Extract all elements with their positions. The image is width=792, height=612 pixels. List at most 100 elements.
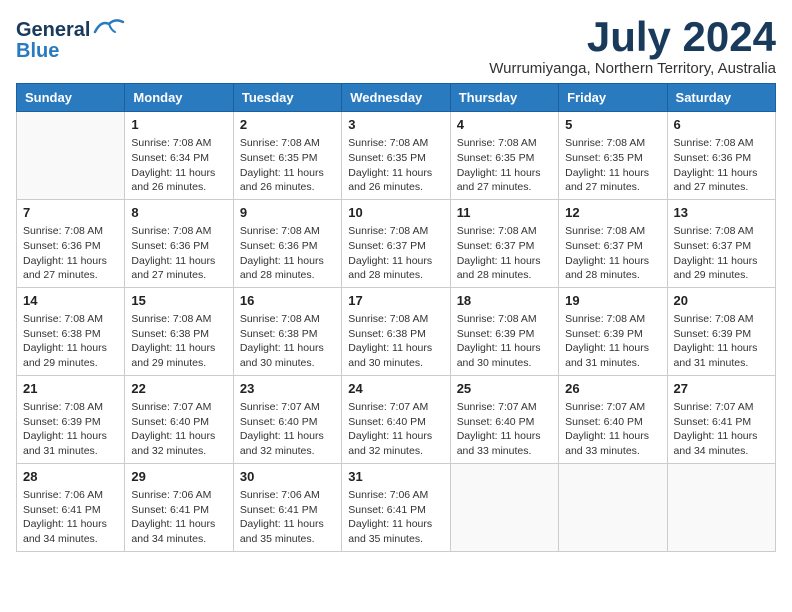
day-number: 22 [131, 380, 226, 398]
calendar-cell: 29 Sunrise: 7:06 AM Sunset: 6:41 PM Dayli… [125, 463, 233, 551]
calendar-cell: 25 Sunrise: 7:07 AM Sunset: 6:40 PM Dayli… [450, 375, 558, 463]
day-detail: Sunrise: 7:06 AM Sunset: 6:41 PM Dayligh… [23, 488, 118, 547]
calendar-cell: 15 Sunrise: 7:08 AM Sunset: 6:38 PM Dayli… [125, 287, 233, 375]
calendar-header-row: SundayMondayTuesdayWednesdayThursdayFrid… [17, 84, 776, 112]
calendar-cell: 13 Sunrise: 7:08 AM Sunset: 6:37 PM Dayli… [667, 199, 775, 287]
day-detail: Sunrise: 7:08 AM Sunset: 6:37 PM Dayligh… [457, 224, 552, 283]
calendar-week-row: 28 Sunrise: 7:06 AM Sunset: 6:41 PM Dayli… [17, 463, 776, 551]
day-detail: Sunrise: 7:08 AM Sunset: 6:38 PM Dayligh… [348, 312, 443, 371]
title-area: July 2024 Wurrumiyanga, Northern Territo… [489, 16, 776, 77]
day-detail: Sunrise: 7:07 AM Sunset: 6:40 PM Dayligh… [565, 400, 660, 459]
logo-blue-text: Blue [16, 40, 59, 63]
day-detail: Sunrise: 7:08 AM Sunset: 6:39 PM Dayligh… [674, 312, 769, 371]
day-detail: Sunrise: 7:08 AM Sunset: 6:34 PM Dayligh… [131, 136, 226, 195]
day-number: 16 [240, 292, 335, 310]
day-number: 13 [674, 204, 769, 222]
day-detail: Sunrise: 7:08 AM Sunset: 6:35 PM Dayligh… [457, 136, 552, 195]
logo-general-text: General [16, 19, 90, 42]
day-number: 30 [240, 468, 335, 486]
day-detail: Sunrise: 7:07 AM Sunset: 6:40 PM Dayligh… [457, 400, 552, 459]
logo-bird-icon [93, 16, 125, 44]
calendar-cell: 9 Sunrise: 7:08 AM Sunset: 6:36 PM Daylig… [233, 199, 341, 287]
calendar-cell: 5 Sunrise: 7:08 AM Sunset: 6:35 PM Daylig… [559, 112, 667, 200]
day-detail: Sunrise: 7:06 AM Sunset: 6:41 PM Dayligh… [131, 488, 226, 547]
day-number: 8 [131, 204, 226, 222]
day-number: 26 [565, 380, 660, 398]
calendar-cell: 10 Sunrise: 7:08 AM Sunset: 6:37 PM Dayli… [342, 199, 450, 287]
col-header-monday: Monday [125, 84, 233, 112]
calendar-cell: 21Sunrise: 7:08 AM Sunset: 6:39 PM Dayli… [17, 375, 125, 463]
day-number: 18 [457, 292, 552, 310]
day-number: 15 [131, 292, 226, 310]
day-detail: Sunrise: 7:08 AM Sunset: 6:36 PM Dayligh… [674, 136, 769, 195]
calendar-cell: 20 Sunrise: 7:08 AM Sunset: 6:39 PM Dayli… [667, 287, 775, 375]
day-detail: Sunrise: 7:06 AM Sunset: 6:41 PM Dayligh… [240, 488, 335, 547]
calendar-cell: 23 Sunrise: 7:07 AM Sunset: 6:40 PM Dayli… [233, 375, 341, 463]
day-number: 1 [131, 116, 226, 134]
day-detail: Sunrise: 7:08 AM Sunset: 6:35 PM Dayligh… [240, 136, 335, 195]
day-number: 28 [23, 468, 118, 486]
calendar-week-row: 14Sunrise: 7:08 AM Sunset: 6:38 PM Dayli… [17, 287, 776, 375]
logo: General Blue [16, 16, 125, 63]
calendar-cell [450, 463, 558, 551]
page-header: General Blue July 2024 Wurrumiyanga, Nor… [16, 16, 776, 77]
calendar-cell: 14Sunrise: 7:08 AM Sunset: 6:38 PM Dayli… [17, 287, 125, 375]
day-number: 10 [348, 204, 443, 222]
month-year-title: July 2024 [489, 16, 776, 58]
day-detail: Sunrise: 7:07 AM Sunset: 6:40 PM Dayligh… [240, 400, 335, 459]
location-subtitle: Wurrumiyanga, Northern Territory, Austra… [489, 60, 776, 77]
day-number: 3 [348, 116, 443, 134]
calendar-week-row: 1 Sunrise: 7:08 AM Sunset: 6:34 PM Daylig… [17, 112, 776, 200]
day-detail: Sunrise: 7:08 AM Sunset: 6:39 PM Dayligh… [565, 312, 660, 371]
day-number: 24 [348, 380, 443, 398]
day-detail: Sunrise: 7:08 AM Sunset: 6:35 PM Dayligh… [565, 136, 660, 195]
day-number: 23 [240, 380, 335, 398]
day-number: 31 [348, 468, 443, 486]
day-detail: Sunrise: 7:08 AM Sunset: 6:39 PM Dayligh… [23, 400, 118, 459]
calendar-cell: 27Sunrise: 7:07 AM Sunset: 6:41 PM Dayli… [667, 375, 775, 463]
day-detail: Sunrise: 7:08 AM Sunset: 6:38 PM Dayligh… [131, 312, 226, 371]
day-number: 29 [131, 468, 226, 486]
day-detail: Sunrise: 7:07 AM Sunset: 6:41 PM Dayligh… [674, 400, 769, 459]
calendar-cell [667, 463, 775, 551]
calendar-cell: 28 Sunrise: 7:06 AM Sunset: 6:41 PM Dayli… [17, 463, 125, 551]
day-detail: Sunrise: 7:07 AM Sunset: 6:40 PM Dayligh… [348, 400, 443, 459]
calendar-cell: 31 Sunrise: 7:06 AM Sunset: 6:41 PM Dayli… [342, 463, 450, 551]
calendar-cell: 1 Sunrise: 7:08 AM Sunset: 6:34 PM Daylig… [125, 112, 233, 200]
col-header-wednesday: Wednesday [342, 84, 450, 112]
day-detail: Sunrise: 7:08 AM Sunset: 6:38 PM Dayligh… [240, 312, 335, 371]
day-number: 5 [565, 116, 660, 134]
calendar-table: SundayMondayTuesdayWednesdayThursdayFrid… [16, 83, 776, 552]
calendar-cell: 4 Sunrise: 7:08 AM Sunset: 6:35 PM Daylig… [450, 112, 558, 200]
col-header-saturday: Saturday [667, 84, 775, 112]
calendar-cell: 2 Sunrise: 7:08 AM Sunset: 6:35 PM Daylig… [233, 112, 341, 200]
calendar-cell: 7Sunrise: 7:08 AM Sunset: 6:36 PM Daylig… [17, 199, 125, 287]
day-detail: Sunrise: 7:08 AM Sunset: 6:39 PM Dayligh… [457, 312, 552, 371]
day-number: 4 [457, 116, 552, 134]
day-detail: Sunrise: 7:06 AM Sunset: 6:41 PM Dayligh… [348, 488, 443, 547]
calendar-week-row: 21Sunrise: 7:08 AM Sunset: 6:39 PM Dayli… [17, 375, 776, 463]
calendar-cell: 11 Sunrise: 7:08 AM Sunset: 6:37 PM Dayli… [450, 199, 558, 287]
calendar-cell [559, 463, 667, 551]
day-number: 25 [457, 380, 552, 398]
calendar-cell: 26 Sunrise: 7:07 AM Sunset: 6:40 PM Dayli… [559, 375, 667, 463]
day-number: 9 [240, 204, 335, 222]
calendar-cell: 30 Sunrise: 7:06 AM Sunset: 6:41 PM Dayli… [233, 463, 341, 551]
col-header-tuesday: Tuesday [233, 84, 341, 112]
day-detail: Sunrise: 7:08 AM Sunset: 6:37 PM Dayligh… [565, 224, 660, 283]
day-number: 11 [457, 204, 552, 222]
day-detail: Sunrise: 7:08 AM Sunset: 6:37 PM Dayligh… [674, 224, 769, 283]
day-number: 2 [240, 116, 335, 134]
day-detail: Sunrise: 7:08 AM Sunset: 6:36 PM Dayligh… [240, 224, 335, 283]
day-number: 19 [565, 292, 660, 310]
day-number: 6 [674, 116, 769, 134]
calendar-cell: 19 Sunrise: 7:08 AM Sunset: 6:39 PM Dayli… [559, 287, 667, 375]
calendar-cell: 22Sunrise: 7:07 AM Sunset: 6:40 PM Dayli… [125, 375, 233, 463]
calendar-cell: 3Sunrise: 7:08 AM Sunset: 6:35 PM Daylig… [342, 112, 450, 200]
day-detail: Sunrise: 7:08 AM Sunset: 6:37 PM Dayligh… [348, 224, 443, 283]
day-number: 20 [674, 292, 769, 310]
col-header-thursday: Thursday [450, 84, 558, 112]
calendar-cell [17, 112, 125, 200]
calendar-cell: 24 Sunrise: 7:07 AM Sunset: 6:40 PM Dayli… [342, 375, 450, 463]
calendar-cell: 18 Sunrise: 7:08 AM Sunset: 6:39 PM Dayli… [450, 287, 558, 375]
